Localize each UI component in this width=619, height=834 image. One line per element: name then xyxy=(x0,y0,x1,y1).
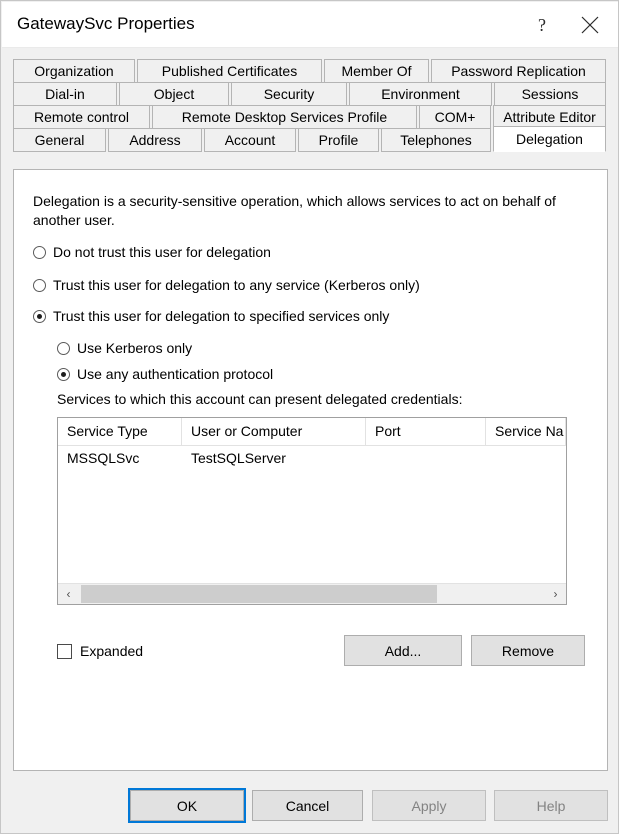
expanded-checkbox[interactable]: Expanded xyxy=(57,643,143,659)
tab-password-replication[interactable]: Password Replication xyxy=(431,59,606,83)
title-bar: GatewaySvc Properties ? xyxy=(2,2,618,48)
tab-published-certificates[interactable]: Published Certificates xyxy=(137,59,322,83)
tab-delegation[interactable]: Delegation xyxy=(493,126,606,152)
radio-trust-specified-services[interactable]: Trust this user for delegation to specif… xyxy=(33,308,389,324)
tab-organization[interactable]: Organization xyxy=(13,59,135,83)
tab-general[interactable]: General xyxy=(13,128,106,152)
delegation-tab-page: Delegation is a security-sensitive opera… xyxy=(13,169,608,771)
list-header-row: Service Type User or Computer Port Servi… xyxy=(58,418,566,446)
column-header-service-type[interactable]: Service Type xyxy=(58,418,182,445)
tab-telephones[interactable]: Telephones xyxy=(381,128,491,152)
radio-indicator xyxy=(57,367,70,381)
tab-row-4: General Address Account Profile Telephon… xyxy=(13,126,608,152)
checkbox-label: Expanded xyxy=(80,643,144,659)
radio-indicator xyxy=(33,245,46,259)
radio-indicator xyxy=(57,341,70,355)
scroll-right-arrow-icon[interactable]: › xyxy=(545,584,566,604)
radio-label: Use Kerberos only xyxy=(77,340,193,356)
services-list-view[interactable]: Service Type User or Computer Port Servi… xyxy=(57,417,567,605)
properties-dialog: GatewaySvc Properties ? Organization Pub… xyxy=(0,0,619,834)
checkbox-indicator xyxy=(57,643,72,659)
tab-row-2: Dial-in Object Security Environment Sess… xyxy=(13,82,608,106)
tab-object[interactable]: Object xyxy=(119,82,229,106)
tab-strip: Organization Published Certificates Memb… xyxy=(13,59,608,152)
radio-use-any-authentication-protocol[interactable]: Use any authentication protocol xyxy=(57,366,273,382)
radio-label: Use any authentication protocol xyxy=(77,366,274,382)
radio-indicator xyxy=(33,309,46,323)
tab-remote-control[interactable]: Remote control xyxy=(13,105,150,129)
remove-button[interactable]: Remove xyxy=(471,635,585,666)
column-header-port[interactable]: Port xyxy=(366,418,486,445)
tab-security[interactable]: Security xyxy=(231,82,347,106)
column-header-user-or-computer[interactable]: User or Computer xyxy=(182,418,366,445)
close-button[interactable] xyxy=(567,2,613,48)
cell-port xyxy=(366,446,486,471)
tab-address[interactable]: Address xyxy=(108,128,202,152)
close-icon xyxy=(581,16,599,34)
tab-profile[interactable]: Profile xyxy=(298,128,379,152)
tab-member-of[interactable]: Member Of xyxy=(324,59,429,83)
cancel-button[interactable]: Cancel xyxy=(252,790,363,821)
tab-environment[interactable]: Environment xyxy=(349,82,492,106)
apply-button: Apply xyxy=(372,790,486,821)
column-header-service-name[interactable]: Service Na xyxy=(486,418,566,445)
scroll-left-arrow-icon[interactable]: ‹ xyxy=(58,584,79,604)
ok-button[interactable]: OK xyxy=(128,788,246,823)
radio-indicator xyxy=(33,278,46,292)
help-button[interactable]: ? xyxy=(519,2,565,48)
cell-service-name xyxy=(486,446,566,471)
window-title: GatewaySvc Properties xyxy=(17,14,195,33)
table-row[interactable]: MSSQLSvc TestSQLServer xyxy=(58,446,566,471)
radio-label: Trust this user for delegation to specif… xyxy=(53,308,390,324)
tab-sessions[interactable]: Sessions xyxy=(494,82,606,106)
cell-user-or-computer: TestSQLServer xyxy=(191,450,286,466)
scrollbar-thumb[interactable] xyxy=(81,585,437,603)
cell-service-type: MSSQLSvc xyxy=(67,450,140,466)
add-button[interactable]: Add... xyxy=(344,635,462,666)
tab-row-1: Organization Published Certificates Memb… xyxy=(13,59,608,83)
tab-com-plus[interactable]: COM+ xyxy=(419,105,491,129)
tab-account[interactable]: Account xyxy=(204,128,296,152)
radio-do-not-trust[interactable]: Do not trust this user for delegation xyxy=(33,244,271,260)
horizontal-scrollbar[interactable]: ‹ › xyxy=(58,583,566,604)
radio-trust-any-service[interactable]: Trust this user for delegation to any se… xyxy=(33,277,420,293)
radio-label: Trust this user for delegation to any se… xyxy=(53,277,420,293)
services-list-label: Services to which this account can prese… xyxy=(57,391,463,407)
help-footer-button: Help xyxy=(494,790,608,821)
tab-dial-in[interactable]: Dial-in xyxy=(13,82,117,106)
tab-remote-desktop-services-profile[interactable]: Remote Desktop Services Profile xyxy=(152,105,417,129)
radio-label: Do not trust this user for delegation xyxy=(53,244,271,260)
list-body: MSSQLSvc TestSQLServer xyxy=(58,446,566,471)
radio-use-kerberos-only[interactable]: Use Kerberos only xyxy=(57,340,192,356)
question-mark-icon: ? xyxy=(538,15,546,35)
delegation-description: Delegation is a security-sensitive opera… xyxy=(33,193,556,228)
